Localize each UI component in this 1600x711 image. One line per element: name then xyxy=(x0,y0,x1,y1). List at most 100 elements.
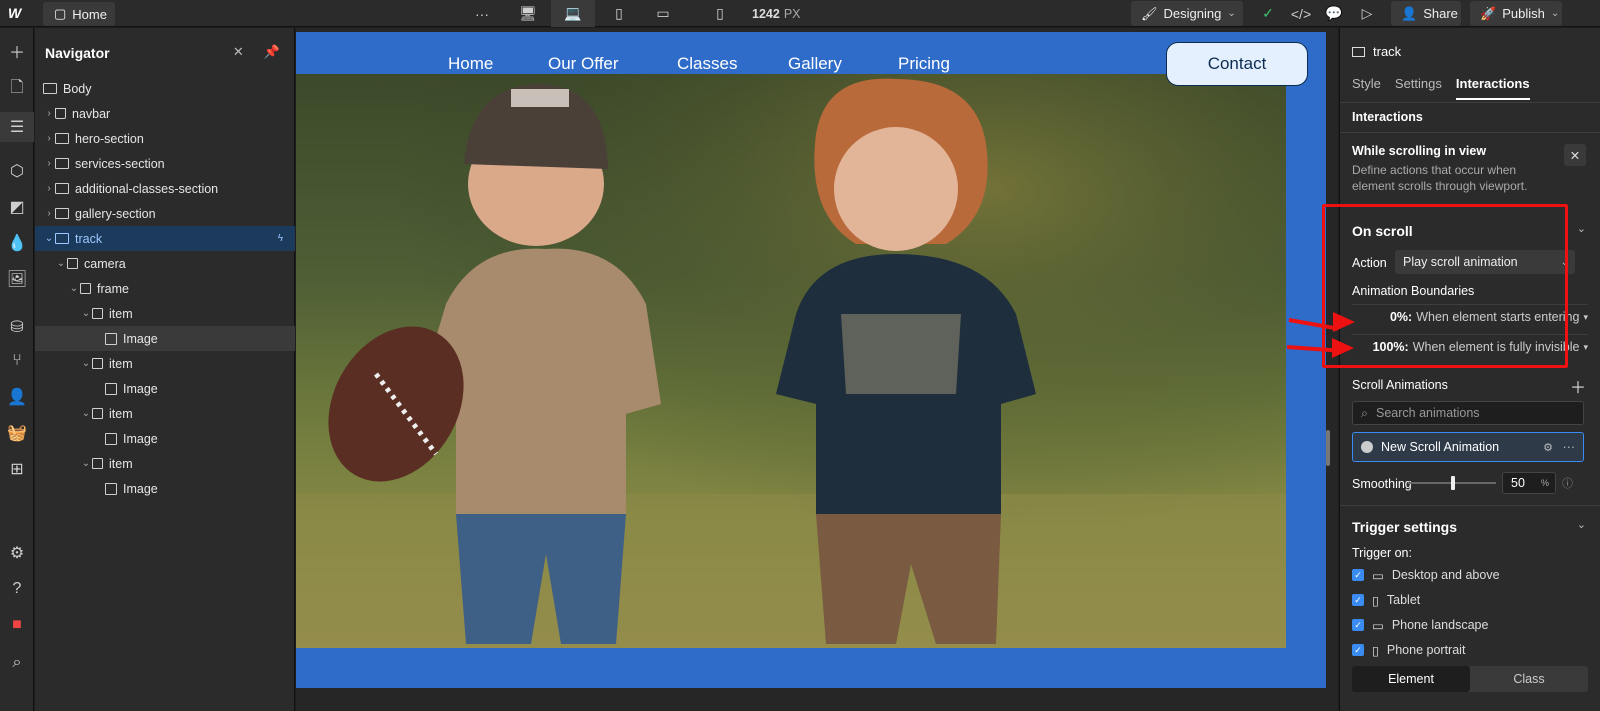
assets-icon[interactable]: 🖼 xyxy=(0,264,34,294)
add-animation-icon[interactable]: ＋ xyxy=(1570,374,1586,398)
chevron-right-icon[interactable]: › xyxy=(43,108,55,119)
tree-item-image[interactable]: Image xyxy=(35,476,295,501)
trigger-settings-heading[interactable]: Trigger settings xyxy=(1352,519,1457,535)
comments-icon[interactable]: 💬 xyxy=(1322,0,1346,27)
chevron-down-icon[interactable]: ⌄ xyxy=(80,308,92,319)
site-nav-classes[interactable]: Classes xyxy=(677,54,737,74)
site-nav-gallery[interactable]: Gallery xyxy=(788,54,842,74)
status-check-icon[interactable]: ✓ xyxy=(1256,0,1280,27)
tree-item-image[interactable]: Image xyxy=(35,376,295,401)
pages-icon[interactable]: 🗋 xyxy=(0,74,34,104)
scroll-animation-item[interactable]: New Scroll Animation ⚙ ··· xyxy=(1352,432,1584,462)
more-icon[interactable]: ··· xyxy=(1563,440,1576,454)
tree-item-camera[interactable]: ⌄ camera xyxy=(35,251,295,276)
check-icon[interactable]: ✓ xyxy=(1352,569,1364,581)
site-nav-pricing[interactable]: Pricing xyxy=(898,54,950,74)
tree-item-item[interactable]: ⌄ item xyxy=(35,351,295,376)
tree-item-navbar[interactable]: › navbar xyxy=(35,101,295,126)
tree-item-image[interactable]: Image xyxy=(35,426,295,451)
search-icon[interactable]: ⌕ xyxy=(0,648,34,678)
tree-item-image[interactable]: Image xyxy=(35,326,295,351)
chevron-right-icon[interactable]: › xyxy=(43,133,55,144)
apps-icon[interactable]: ⊞ xyxy=(0,454,34,484)
publish-button[interactable]: 🚀 Publish ⌄ xyxy=(1470,1,1562,26)
canvas-scrollbar[interactable] xyxy=(1326,430,1330,466)
tree-item-frame[interactable]: ⌄ frame xyxy=(35,276,295,301)
users-icon[interactable]: 👤 xyxy=(0,382,34,412)
check-icon[interactable]: ✓ xyxy=(1352,644,1364,656)
tab-interactions[interactable]: Interactions xyxy=(1455,76,1530,100)
tree-item-item[interactable]: ⌄ item xyxy=(35,451,295,476)
add-icon[interactable]: ＋ xyxy=(0,36,34,66)
navigator-icon[interactable]: ☰ xyxy=(0,112,34,142)
trigger-phone-landscape-checkbox[interactable]: ✓ ▭ Phone landscape xyxy=(1352,614,1488,636)
trigger-desktop-checkbox[interactable]: ✓ ▭ Desktop and above xyxy=(1352,564,1500,586)
tree-item-body[interactable]: Body xyxy=(35,76,295,101)
gear-icon[interactable]: ⚙ xyxy=(1543,441,1553,454)
slider-thumb[interactable] xyxy=(1451,476,1455,490)
preview-play-icon[interactable]: ▷ xyxy=(1355,0,1379,27)
phone-portrait-breakpoint-icon[interactable]: ▯ xyxy=(708,0,732,27)
webflow-logo-icon[interactable]: W xyxy=(8,5,30,23)
design-canvas[interactable]: Home Our Offer Classes Gallery Pricing C… xyxy=(296,28,1338,711)
smoothing-input[interactable]: 50 % xyxy=(1502,472,1556,494)
tree-item-hero-section[interactable]: › hero-section xyxy=(35,126,295,151)
tablet-breakpoint-icon[interactable]: ▯ xyxy=(604,0,634,27)
canvas-width-readout[interactable]: 1242 PX xyxy=(752,7,801,21)
ecommerce-icon[interactable]: 🧺 xyxy=(0,418,34,448)
page-selector-button[interactable]: ▢ Home xyxy=(43,2,115,26)
info-icon[interactable]: ⓘ xyxy=(1562,475,1573,491)
chevron-right-icon[interactable]: › xyxy=(43,158,55,169)
tree-item-track[interactable]: ⌄ track ϟ xyxy=(35,226,295,251)
site-nav-home[interactable]: Home xyxy=(448,54,493,74)
tab-style[interactable]: Style xyxy=(1352,76,1381,91)
code-icon[interactable]: </> xyxy=(1289,0,1313,27)
tree-item-additional-classes-section[interactable]: › additional-classes-section xyxy=(35,176,295,201)
site-nav-our-offer[interactable]: Our Offer xyxy=(548,54,619,74)
desktop-breakpoint-icon[interactable]: 🖥 xyxy=(512,0,544,27)
site-contact-button[interactable]: Contact xyxy=(1166,42,1308,86)
tree-item-item[interactable]: ⌄ item xyxy=(35,301,295,326)
chevron-down-icon[interactable]: ⌄ xyxy=(80,458,92,469)
tree-item-gallery-section[interactable]: › gallery-section xyxy=(35,201,295,226)
tab-settings[interactable]: Settings xyxy=(1395,76,1442,91)
desktop-icon: ▭ xyxy=(1372,568,1384,583)
site-preview[interactable]: Home Our Offer Classes Gallery Pricing C… xyxy=(296,32,1326,688)
chevron-down-icon[interactable]: ⌄ xyxy=(68,283,80,294)
trigger-tablet-checkbox[interactable]: ✓ ▯ Tablet xyxy=(1352,589,1420,611)
tree-item-item[interactable]: ⌄ item xyxy=(35,401,295,426)
chevron-right-icon[interactable]: › xyxy=(43,183,55,194)
mode-dropdown[interactable]: 🖌 Designing ⌄ xyxy=(1131,1,1243,26)
chevron-down-icon[interactable]: ⌄ xyxy=(1577,222,1586,235)
collapse-icon[interactable]: ✕ xyxy=(233,44,244,60)
styles-icon[interactable]: ◩ xyxy=(0,192,34,222)
hero-photo-kids-running[interactable] xyxy=(296,74,1286,648)
tree-item-services-section[interactable]: › services-section xyxy=(35,151,295,176)
large-desktop-breakpoint-icon[interactable]: 💻 xyxy=(551,0,595,27)
search-animations-input[interactable]: ⌕ Search animations xyxy=(1352,401,1584,425)
chevron-down-icon[interactable]: ⌄ xyxy=(55,258,67,269)
phone-landscape-breakpoint-icon[interactable]: ▭ xyxy=(648,0,678,27)
chevron-down-icon[interactable]: ⌄ xyxy=(43,233,55,244)
share-button[interactable]: 👤 Share xyxy=(1391,1,1461,26)
chevron-down-icon[interactable]: ⌄ xyxy=(1577,518,1586,531)
toggle-class[interactable]: Class xyxy=(1470,666,1588,692)
pin-icon[interactable]: 📌 xyxy=(264,44,280,60)
record-icon[interactable]: ■ xyxy=(0,610,34,640)
check-icon[interactable]: ✓ xyxy=(1352,619,1364,631)
help-icon[interactable]: ? xyxy=(0,574,34,604)
close-icon[interactable]: ✕ xyxy=(1564,144,1586,166)
cms-icon[interactable]: ⛁ xyxy=(0,312,34,342)
trigger-phone-portrait-checkbox[interactable]: ✓ ▯ Phone portrait xyxy=(1352,639,1465,661)
variables-icon[interactable]: 💧 xyxy=(0,228,34,258)
check-icon[interactable]: ✓ xyxy=(1352,594,1364,606)
toggle-element[interactable]: Element xyxy=(1352,666,1470,692)
chevron-down-icon[interactable]: ⌄ xyxy=(80,408,92,419)
settings-icon[interactable]: ⚙ xyxy=(0,538,34,568)
components-icon[interactable]: ⬡ xyxy=(0,156,34,186)
chevron-right-icon[interactable]: › xyxy=(43,208,55,219)
logic-icon[interactable]: ⑂ xyxy=(0,346,34,376)
chevron-down-icon[interactable]: ⌄ xyxy=(80,358,92,369)
smoothing-slider[interactable] xyxy=(1408,476,1496,490)
more-options-button[interactable]: ··· xyxy=(472,0,492,27)
